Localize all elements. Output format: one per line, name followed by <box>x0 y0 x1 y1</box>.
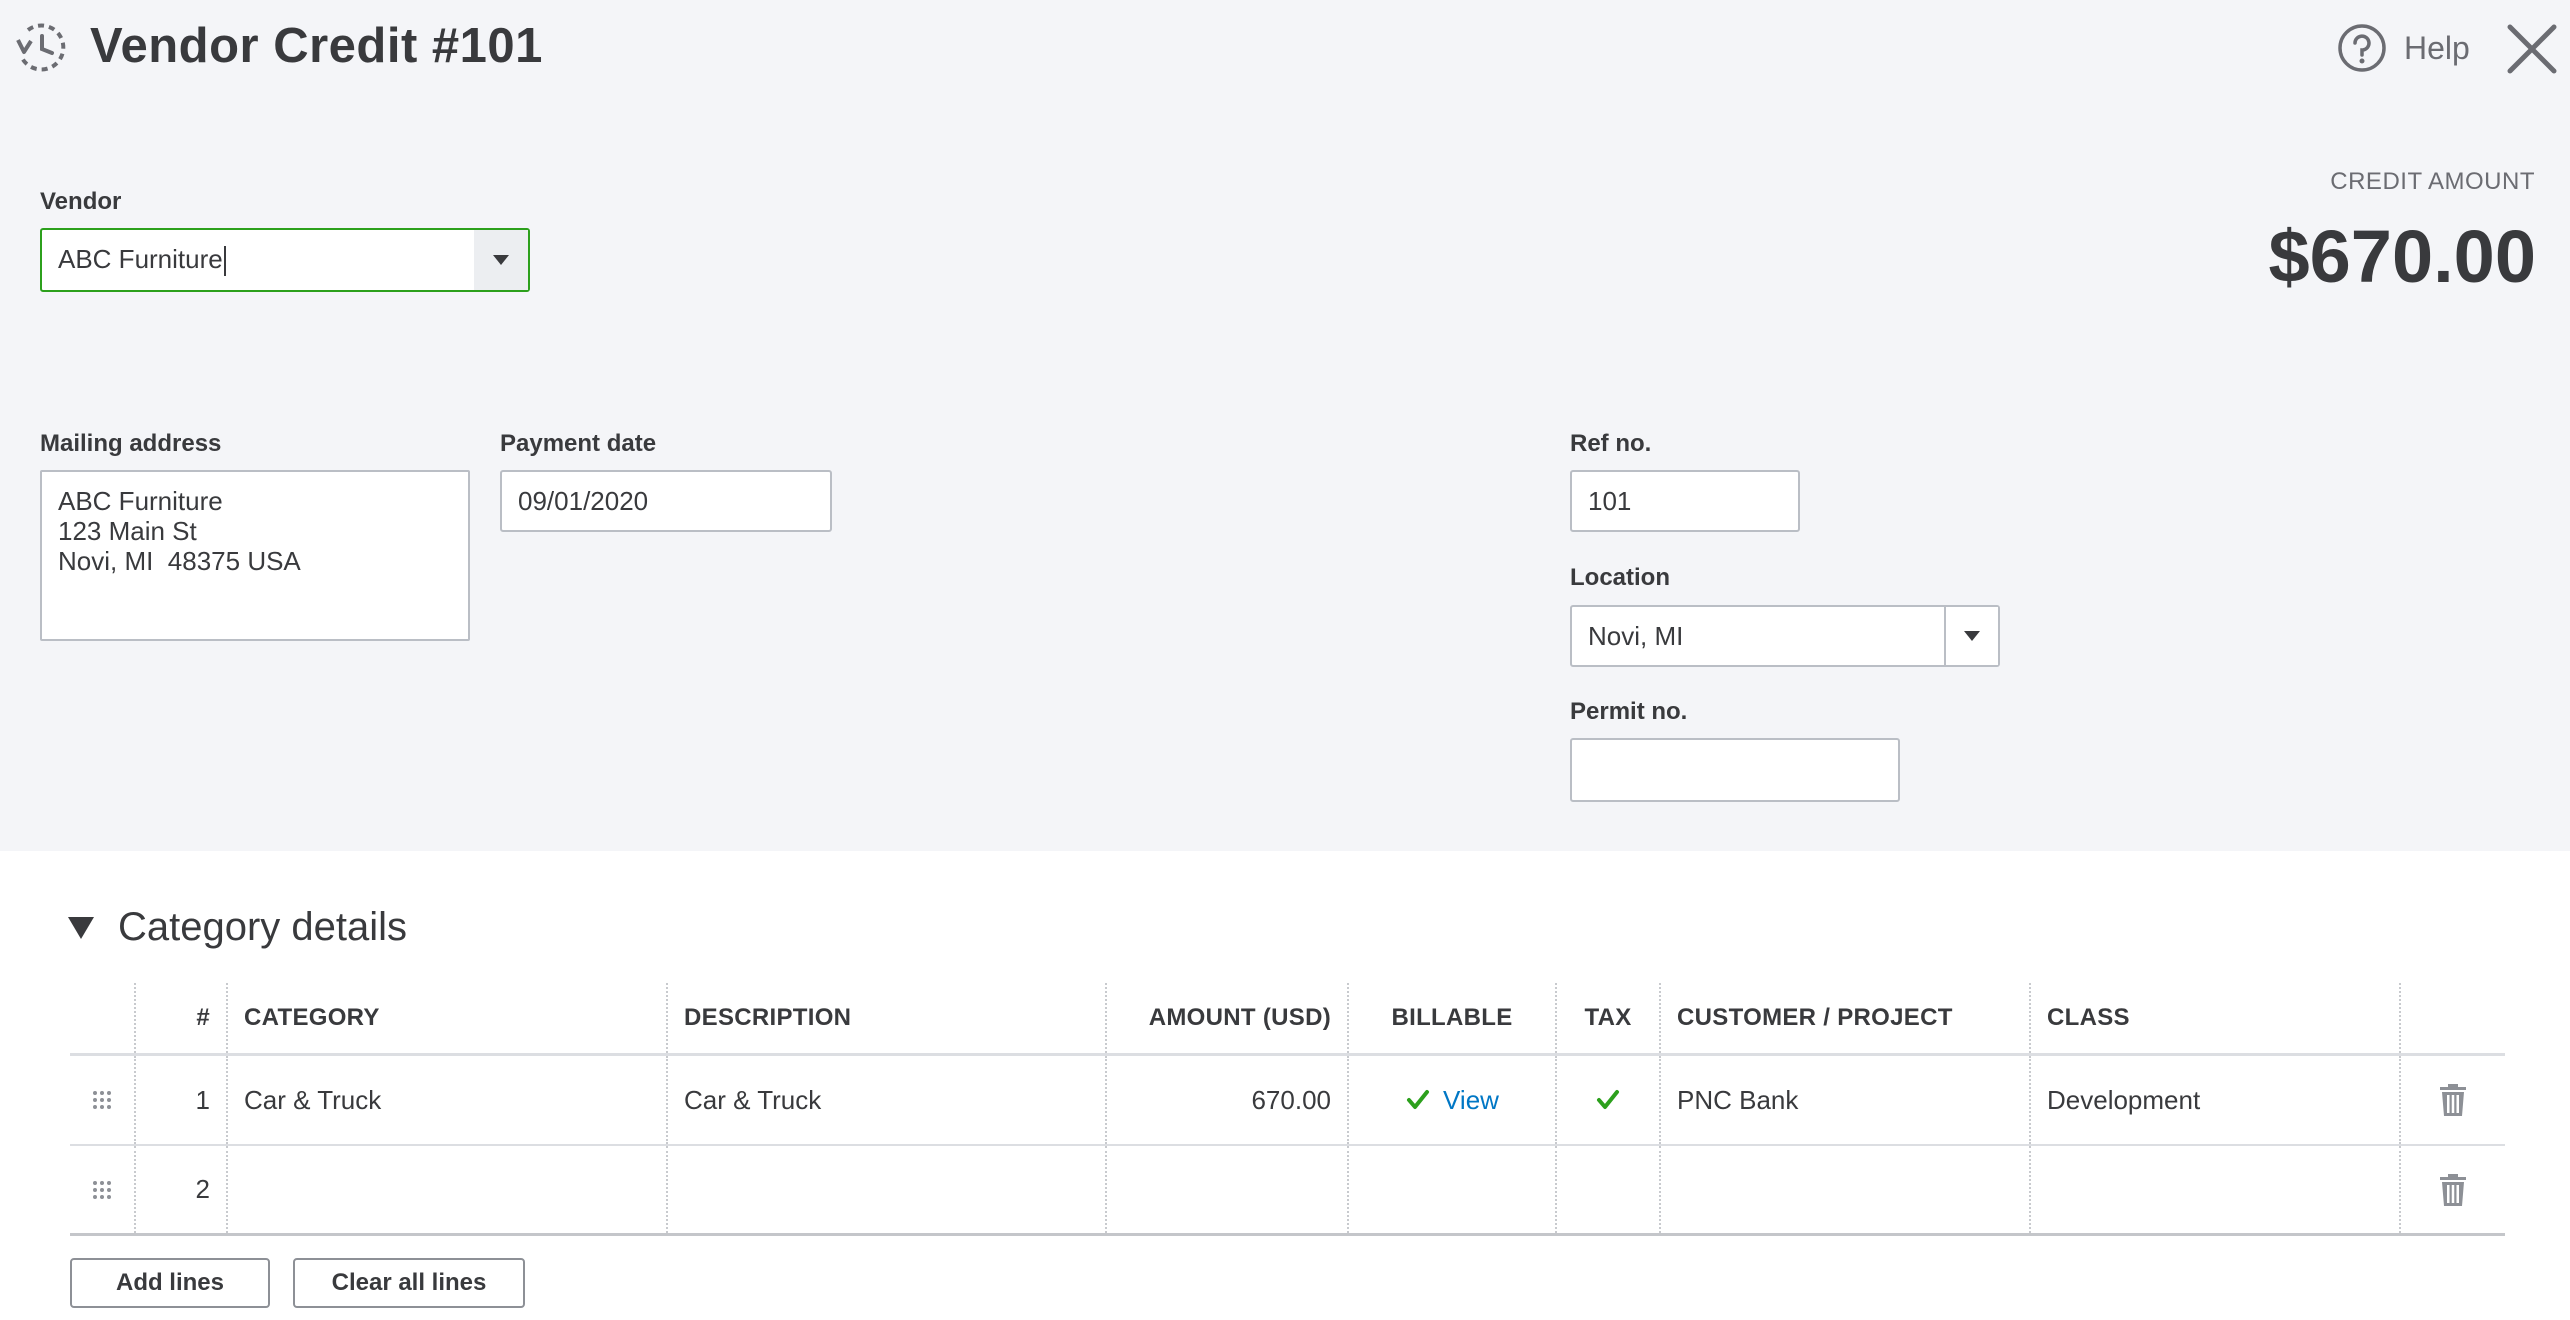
header-category: CATEGORY <box>228 983 668 1053</box>
help-button[interactable]: Help <box>2336 20 2470 76</box>
header-delete-column <box>2401 983 2505 1053</box>
chevron-down-icon <box>1964 631 1980 641</box>
row-delete-cell <box>2401 1146 2505 1233</box>
add-lines-button[interactable]: Add lines <box>70 1258 270 1308</box>
header-billable: BILLABLE <box>1349 983 1557 1053</box>
payment-date-value: 09/01/2020 <box>518 485 649 516</box>
row-class[interactable] <box>2031 1146 2401 1233</box>
text-cursor <box>223 246 226 277</box>
header-drag-column <box>70 983 136 1053</box>
help-label: Help <box>2404 29 2470 66</box>
row-customer-project[interactable]: PNC Bank <box>1661 1056 2031 1144</box>
checkmark-icon[interactable] <box>1595 1087 1621 1113</box>
vendor-label: Vendor <box>40 188 122 215</box>
row-category[interactable]: Car & Truck <box>228 1056 668 1144</box>
header-number: # <box>136 983 228 1053</box>
header-class: CLASS <box>2031 983 2401 1053</box>
address-line-3: Novi, MI 48375 USA <box>58 546 301 576</box>
collapse-triangle-icon <box>68 916 94 939</box>
row-delete-cell <box>2401 1056 2505 1144</box>
category-details-title: Category details <box>118 905 408 949</box>
payment-date-label: Payment date <box>500 430 657 457</box>
permit-no-label: Permit no. <box>1570 698 1688 725</box>
location-label: Location <box>1570 564 1670 591</box>
category-details-toggle[interactable]: Category details <box>68 905 407 950</box>
row-amount[interactable] <box>1107 1146 1349 1233</box>
table-row[interactable]: 2 <box>70 1146 2505 1236</box>
category-table: # CATEGORY DESCRIPTION AMOUNT (USD) BILL… <box>70 983 2505 1236</box>
page-title: Vendor Credit #101 <box>90 19 543 73</box>
row-number: 1 <box>136 1056 228 1144</box>
row-drag-cell[interactable] <box>70 1056 136 1144</box>
row-drag-cell[interactable] <box>70 1146 136 1233</box>
table-header-row: # CATEGORY DESCRIPTION AMOUNT (USD) BILL… <box>70 983 2505 1056</box>
mailing-address-label: Mailing address <box>40 430 222 457</box>
table-row[interactable]: 1 Car & Truck Car & Truck 670.00 View PN… <box>70 1056 2505 1146</box>
credit-amount-label: CREDIT AMOUNT <box>2330 168 2535 195</box>
row-tax[interactable] <box>1557 1056 1661 1144</box>
row-description[interactable]: Car & Truck <box>668 1056 1107 1144</box>
header-amount: AMOUNT (USD) <box>1107 983 1349 1053</box>
row-category[interactable] <box>228 1146 668 1233</box>
address-line-1: ABC Furniture <box>58 486 223 516</box>
row-tax[interactable] <box>1557 1146 1661 1233</box>
chevron-down-icon <box>493 255 509 265</box>
trash-icon[interactable] <box>2438 1083 2468 1117</box>
vendor-dropdown-button[interactable] <box>474 230 528 290</box>
payment-date-field[interactable]: 09/01/2020 <box>500 470 832 532</box>
header-customer-project: CUSTOMER / PROJECT <box>1661 983 2031 1053</box>
row-customer-project[interactable] <box>1661 1146 2031 1233</box>
close-icon[interactable] <box>2505 22 2559 76</box>
credit-amount-value: $670.00 <box>2268 215 2537 298</box>
ref-no-value: 101 <box>1588 485 1632 516</box>
location-value: Novi, MI <box>1588 620 1684 651</box>
billable-view-link[interactable]: View <box>1443 1085 1499 1116</box>
ref-no-label: Ref no. <box>1570 430 1652 457</box>
location-field[interactable]: Novi, MI <box>1570 605 2000 667</box>
row-billable[interactable]: View <box>1349 1056 1557 1144</box>
header-tax: TAX <box>1557 983 1661 1053</box>
row-description[interactable] <box>668 1146 1107 1233</box>
permit-no-field[interactable] <box>1570 738 1900 802</box>
trash-icon[interactable] <box>2438 1173 2468 1207</box>
clear-all-lines-button[interactable]: Clear all lines <box>293 1258 525 1308</box>
address-line-2: 123 Main St <box>58 516 197 546</box>
row-billable[interactable] <box>1349 1146 1557 1233</box>
drag-handle-icon[interactable] <box>91 1089 113 1111</box>
mailing-address-field[interactable]: ABC Furniture 123 Main St Novi, MI 48375… <box>40 470 470 641</box>
form-header-area: Vendor Credit #101 Help Vendor ABC Furni… <box>0 0 2570 851</box>
row-class[interactable]: Development <box>2031 1056 2401 1144</box>
row-number: 2 <box>136 1146 228 1233</box>
help-icon <box>2338 24 2386 72</box>
vendor-value: ABC Furniture <box>58 244 528 277</box>
history-icon[interactable] <box>14 20 68 74</box>
row-amount[interactable]: 670.00 <box>1107 1056 1349 1144</box>
ref-no-field[interactable]: 101 <box>1570 470 1800 532</box>
drag-handle-icon[interactable] <box>91 1179 113 1201</box>
checkmark-icon[interactable] <box>1405 1087 1431 1113</box>
location-dropdown-button[interactable] <box>1944 607 1998 665</box>
header-description: DESCRIPTION <box>668 983 1107 1053</box>
vendor-field[interactable]: ABC Furniture <box>40 228 530 292</box>
